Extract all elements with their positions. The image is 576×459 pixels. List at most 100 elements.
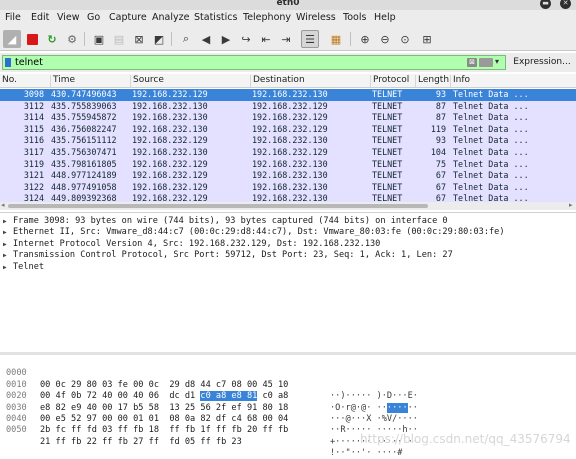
detail-telnet[interactable]: ▶ Telnet: [0, 262, 576, 273]
expand-icon[interactable]: ▶: [3, 250, 7, 261]
bytes-row[interactable]: 0050 21 ff fb 22 ff fb 27 ff fd 05 ff fb…: [0, 414, 576, 458]
autoscroll-icon[interactable]: ☰: [301, 30, 319, 48]
bookmark-icon[interactable]: [5, 58, 11, 67]
cell-proto: TELNET: [372, 100, 403, 111]
display-filter-input[interactable]: telnet: [2, 55, 506, 70]
chevron-down-icon[interactable]: ▾: [495, 57, 499, 66]
expand-icon[interactable]: ▶: [3, 239, 7, 250]
cell-dst: 192.168.232.129: [252, 112, 328, 123]
cell-time: 435.756151112: [51, 135, 117, 146]
clear-filter-icon[interactable]: ⊠: [467, 58, 477, 67]
column-info[interactable]: Info: [450, 75, 470, 87]
colorize-icon[interactable]: ▦: [327, 30, 345, 48]
scroll-left-icon[interactable]: ◂: [1, 201, 5, 209]
zoom-normal-icon[interactable]: ⊙: [396, 30, 414, 48]
bytes-row[interactable]: 0000 00 0c 29 80 03 fe 00 0c 29 d8 44 c7…: [0, 357, 576, 401]
cell-src: 192.168.232.130: [132, 112, 208, 123]
options-icon[interactable]: ⚙: [63, 30, 81, 48]
cell-dst: 192.168.232.130: [252, 181, 328, 192]
detail-frame[interactable]: ▶ Frame 3098: 93 bytes on wire (744 bits)…: [0, 216, 576, 227]
goto-icon[interactable]: ↪: [237, 30, 255, 48]
packet-row[interactable]: 3119 435.798161805 192.168.232.129 192.168.…: [0, 158, 576, 171]
menu-analyze[interactable]: Analyze: [152, 12, 189, 23]
cell-no: 3117: [23, 147, 44, 157]
cell-info: Telnet Data ...: [453, 123, 529, 134]
packet-row[interactable]: 3116 435.756151112 192.168.232.129 192.168.…: [0, 135, 576, 147]
apply-filter-icon[interactable]: [479, 58, 493, 67]
zoom-in-icon[interactable]: ⊕: [356, 30, 374, 48]
menu-tools[interactable]: Tools: [343, 12, 366, 23]
last-icon[interactable]: ⇥: [277, 30, 295, 48]
menu-wireless[interactable]: Wireless: [296, 12, 336, 23]
cell-time: 430.747496043: [51, 89, 117, 99]
cell-src: 192.168.232.129: [132, 170, 208, 181]
menu-help[interactable]: Help: [374, 12, 396, 23]
cell-time: 435.756307471: [51, 147, 117, 157]
packet-row[interactable]: 3117 435.756307471 192.168.232.130 192.168.…: [0, 147, 576, 159]
packet-row[interactable]: 3098 430.747496043 192.168.232.129 192.168.…: [0, 89, 576, 101]
packet-row[interactable]: 3115 436.756082247 192.168.232.130 192.168.…: [0, 123, 576, 136]
packet-row[interactable]: 3122 448.977491058 192.168.232.129 192.168.…: [0, 181, 576, 194]
open-icon[interactable]: ▣: [90, 30, 108, 48]
zoom-out-icon[interactable]: ⊖: [376, 30, 394, 48]
column-source[interactable]: Source: [130, 75, 164, 87]
find-icon[interactable]: ⌕: [177, 30, 195, 48]
shark-fin-icon[interactable]: ◢: [3, 30, 21, 48]
cell-proto: TELNET: [372, 89, 403, 99]
toolbar-separator: [84, 32, 85, 46]
column-no[interactable]: No.: [0, 75, 17, 87]
scrollbar-thumb[interactable]: [8, 204, 428, 208]
menu-telephony[interactable]: Telephony: [243, 12, 291, 23]
cell-no: 3112: [23, 100, 44, 111]
restart-icon[interactable]: ↻: [43, 30, 61, 48]
scroll-right-icon[interactable]: ▸: [569, 201, 573, 209]
cell-time: 435.798161805: [51, 158, 117, 169]
reload-icon[interactable]: ◩: [150, 30, 168, 48]
forward-icon[interactable]: ▶: [217, 30, 235, 48]
menu-statistics[interactable]: Statistics: [194, 12, 237, 23]
column-destination[interactable]: Destination: [250, 75, 305, 87]
expand-icon[interactable]: ▶: [3, 262, 7, 273]
detail-ethernet[interactable]: ▶ Ethernet II, Src: Vmware_d8:44:c7 (00:0…: [0, 227, 576, 238]
bytes-row[interactable]: 0030 00 e5 52 97 00 00 01 01 08 0a 82 df…: [0, 391, 576, 436]
column-protocol[interactable]: Protocol: [370, 75, 409, 87]
cell-len: 93: [435, 89, 446, 99]
cell-len: 93: [435, 135, 446, 146]
bytes-row[interactable]: 0040 2b fc ff fd 03 ff fb 18 ff fb 1f ff…: [0, 403, 576, 447]
packet-list: No. Time Source Destination Protocol Len…: [0, 74, 576, 205]
menu-view[interactable]: View: [57, 12, 80, 23]
column-length[interactable]: Length: [415, 75, 449, 87]
save-icon[interactable]: ▤: [110, 30, 128, 48]
cell-src: 192.168.232.129: [132, 135, 208, 146]
first-icon[interactable]: ⇤: [257, 30, 275, 48]
column-time[interactable]: Time: [50, 75, 75, 87]
close-file-icon[interactable]: ⊠: [130, 30, 148, 48]
packet-row[interactable]: 3112 435.755839063 192.168.232.130 192.168.…: [0, 100, 576, 113]
resize-columns-icon[interactable]: ⊞: [418, 30, 436, 48]
expand-icon[interactable]: ▶: [3, 216, 7, 227]
expand-icon[interactable]: ▶: [3, 227, 7, 238]
display-filter-bar: telnet ⊠ ▾ Expression...: [0, 53, 576, 72]
cell-no: 3116: [23, 135, 44, 146]
cell-len: 119: [430, 123, 446, 134]
cell-proto: TELNET: [372, 135, 403, 146]
packet-list-scrollbar[interactable]: ◂ ▸: [0, 201, 576, 210]
expression-button[interactable]: Expression...: [510, 55, 574, 70]
cell-src: 192.168.232.130: [132, 123, 208, 134]
menu-go[interactable]: Go: [87, 12, 100, 23]
menu-edit[interactable]: Edit: [31, 12, 49, 23]
cell-info: Telnet Data ...: [453, 89, 529, 99]
bytes-row[interactable]: 0020 e8 82 e9 40 00 17 b5 58 13 25 56 2f…: [0, 380, 576, 424]
cell-no: 3115: [23, 123, 44, 134]
cell-info: Telnet Data ...: [453, 170, 529, 181]
packet-row[interactable]: 3121 448.977124189 192.168.232.129 192.168.…: [0, 170, 576, 182]
back-icon[interactable]: ◀: [197, 30, 215, 48]
stop-icon[interactable]: [23, 30, 41, 48]
packet-row[interactable]: 3114 435.755945872 192.168.232.130 192.168.…: [0, 112, 576, 124]
menu-capture[interactable]: Capture: [109, 12, 147, 23]
detail-ipv4[interactable]: ▶ Internet Protocol Version 4, Src: 192.1…: [0, 239, 576, 250]
menu-file[interactable]: File: [5, 12, 21, 23]
bytes-row[interactable]: 0010 00 4f 0b 72 40 00 40 06 dc d1 c0 a8…: [0, 368, 576, 413]
cell-proto: TELNET: [372, 158, 403, 169]
detail-tcp[interactable]: ▶ Transmission Control Protocol, Src Port…: [0, 250, 576, 261]
